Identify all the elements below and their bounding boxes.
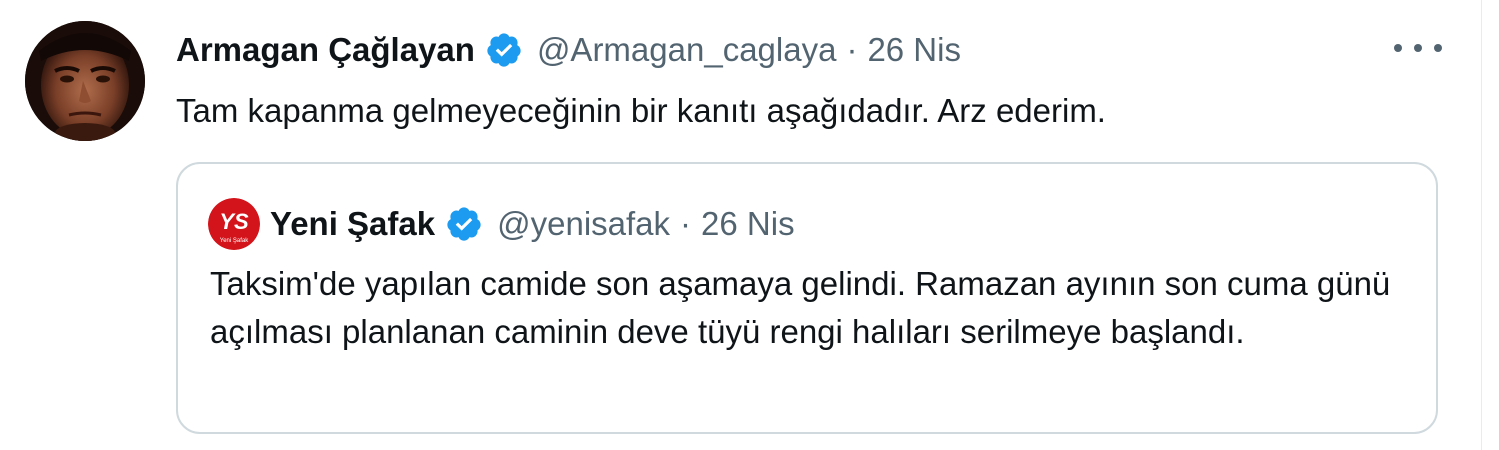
author-name[interactable]: Armagan Çağlayan (176, 31, 475, 69)
quoted-tweet-text: Taksim'de yapılan camide son aşamaya gel… (210, 265, 1391, 350)
verified-icon (445, 205, 483, 243)
author-avatar[interactable] (25, 21, 145, 141)
quoted-author-name[interactable]: Yeni Şafak (270, 205, 435, 243)
tweet-date[interactable]: 26 Nis (867, 31, 961, 69)
separator-dot: · (680, 205, 692, 242)
tweet-card[interactable]: Armagan Çağlayan @Armagan_caglaya · 26 N… (0, 0, 1480, 450)
quoted-tweet-header: YS Yeni Şafak Yeni Şafak @yenisafak · 26… (208, 198, 795, 250)
quoted-tweet-date[interactable]: 26 Nis (701, 205, 795, 243)
svg-text:YS: YS (219, 209, 249, 234)
quoted-tweet[interactable]: YS Yeni Şafak Yeni Şafak @yenisafak · 26… (176, 162, 1438, 434)
yeni-safak-logo-icon[interactable]: YS Yeni Şafak (208, 198, 260, 250)
verified-icon (485, 31, 523, 69)
person-portrait-icon (25, 21, 145, 141)
more-options-icon[interactable] (1394, 36, 1442, 60)
tweet-header: Armagan Çağlayan @Armagan_caglaya · 26 N… (176, 24, 961, 76)
tweet-text: Tam kapanma gelmeyeceğinin bir kanıtı aş… (176, 92, 1106, 129)
author-handle[interactable]: @Armagan_caglaya (537, 31, 837, 69)
timeline-divider (1481, 0, 1482, 450)
quoted-author-handle[interactable]: @yenisafak (497, 205, 670, 243)
separator-dot: · (846, 31, 858, 68)
svg-text:Yeni Şafak: Yeni Şafak (220, 238, 249, 244)
